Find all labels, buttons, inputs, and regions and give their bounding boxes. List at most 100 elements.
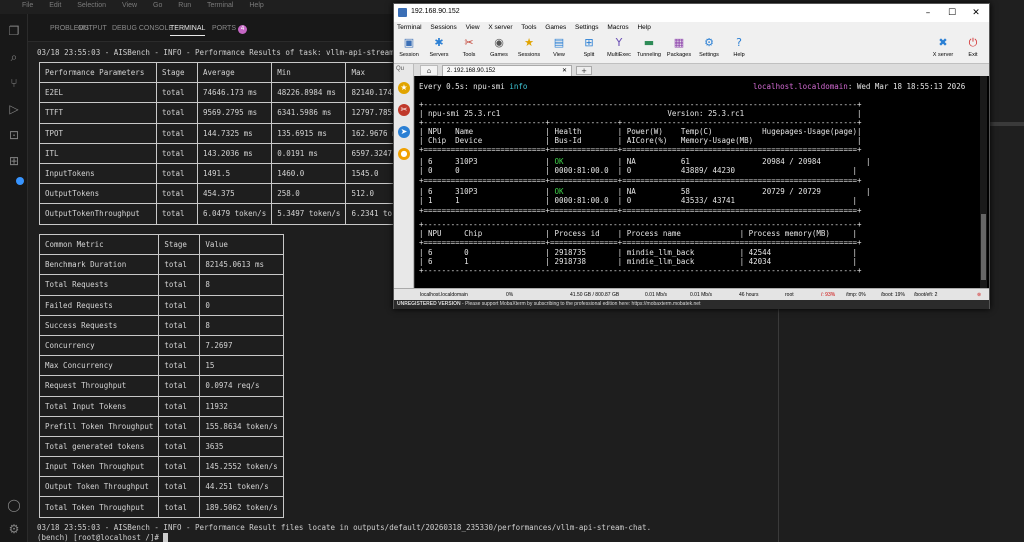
split-button[interactable]: ⊞ Split: [574, 36, 604, 58]
smi-line: | 6 1 | 2918738 | mindie_llm_back | 4203…: [419, 257, 857, 266]
tab-debug-console[interactable]: DEBUG CONSOLE: [112, 25, 173, 32]
menu-terminal[interactable]: Terminal: [207, 2, 233, 9]
status-uptime: 46 hours: [739, 292, 759, 298]
table-row: E2EL total 74646.173 ms 48226.8984 ms 82140.…: [39, 82, 407, 104]
table-cell: 0.0974 req/s: [199, 375, 284, 397]
table-cell: ITL: [39, 142, 157, 164]
tab-terminal[interactable]: TERMINAL: [170, 25, 206, 36]
games-button[interactable]: ◉ Games: [484, 36, 514, 58]
status-close-icon[interactable]: ⊗: [977, 292, 981, 298]
maximize-icon[interactable]: ☐: [942, 6, 962, 20]
tab-output[interactable]: OUTPUT: [78, 25, 107, 32]
menu-x-server[interactable]: X server: [488, 24, 512, 31]
session-tab[interactable]: 2. 192.168.90.152 ✕: [442, 65, 572, 76]
multiexec-button[interactable]: Y MultiExec: [604, 36, 634, 58]
terminal-scrollbar[interactable]: [980, 76, 987, 290]
table-cell: 5.3497 token/s: [271, 203, 347, 225]
table-header-cell: Common Metric: [38, 233, 160, 256]
run-debug-icon[interactable]: ▷: [7, 102, 21, 116]
smi-seg: | 6 310P3 |: [419, 187, 555, 196]
table-cell: Total Token Throughput: [38, 496, 160, 518]
servers-icon: ✱: [434, 36, 444, 49]
macros-side-icon[interactable]: ●: [398, 148, 410, 160]
menu-help[interactable]: Help: [249, 2, 263, 9]
table-cell: Request Throughput: [38, 375, 160, 397]
table-cell: total: [156, 142, 198, 164]
multiexec-icon: Y: [615, 36, 623, 49]
account-icon[interactable]: ◯: [7, 498, 21, 512]
menu-tools[interactable]: Tools: [521, 24, 536, 31]
table-cell: 155.8634 token/s: [199, 415, 284, 437]
table-cell: total: [158, 274, 201, 296]
search-icon[interactable]: ⌕: [7, 50, 21, 64]
table-cell: TPOT: [39, 122, 157, 144]
tools-icon: ✂: [464, 36, 474, 49]
table-cell: InputTokens: [39, 162, 157, 185]
settings-button[interactable]: ⚙ Settings: [694, 36, 724, 58]
scrollbar-thumb[interactable]: [981, 214, 986, 280]
table-row: Max Concurrency total 15: [38, 355, 284, 377]
menu-selection[interactable]: Selection: [77, 2, 106, 9]
sessions-button[interactable]: ★ Sessions: [514, 36, 544, 58]
table-cell: E2EL: [39, 82, 157, 104]
smi-line: +---------------------------------------…: [419, 100, 862, 109]
menu-file[interactable]: File: [22, 2, 33, 9]
table-cell: total: [158, 496, 201, 518]
menu-help[interactable]: Help: [637, 24, 650, 31]
mobaxterm-app-icon: [398, 8, 407, 17]
close-tab-icon[interactable]: ✕: [562, 66, 567, 76]
tunneling-button[interactable]: ▬ Tunneling: [634, 36, 664, 58]
help-button[interactable]: ? Help: [724, 36, 754, 58]
menu-view[interactable]: View: [122, 2, 137, 9]
performance-table: Performance Parameters Stage Average Min…: [39, 61, 407, 225]
exit-button[interactable]: ⏻ Exit: [958, 36, 988, 58]
table-cell: 145.2552 token/s: [199, 456, 284, 478]
menu-run[interactable]: Run: [178, 2, 191, 9]
quick-connect[interactable]: Qu: [396, 66, 404, 72]
table-cell: 454.375: [196, 183, 273, 205]
packages-button[interactable]: ▦ Packages: [664, 36, 694, 58]
table-cell: Total Input Tokens: [38, 395, 160, 417]
menu-sessions[interactable]: Sessions: [430, 24, 456, 31]
home-tab[interactable]: ⌂: [420, 65, 438, 76]
smi-line: | 6 310P3 | OK | NA 61 20984 / 20984 |: [419, 157, 871, 166]
table-cell: Success Requests: [38, 314, 160, 336]
table-row: Total Input Tokens total 11932: [38, 395, 284, 417]
minimize-icon[interactable]: –: [918, 6, 938, 20]
tab-ports[interactable]: PORTS 4: [212, 25, 247, 34]
x-server-button[interactable]: ✖ X server: [928, 36, 958, 58]
tools-side-icon[interactable]: ✂: [398, 104, 410, 116]
send-side-icon[interactable]: ➤: [398, 126, 410, 138]
close-icon[interactable]: ✕: [966, 6, 986, 20]
extensions-icon[interactable]: ⊞: [7, 154, 21, 168]
sessions-star-icon[interactable]: ★: [398, 82, 410, 94]
menu-macros[interactable]: Macros: [607, 24, 628, 31]
smi-line: | 6 310P3 | OK | NA 58 20729 / 20729 |: [419, 187, 871, 196]
tools-button[interactable]: ✂ Tools: [454, 36, 484, 58]
table-row: Common Metric Stage Value: [38, 233, 284, 256]
source-control-icon[interactable]: ⑂: [7, 76, 21, 90]
menu-settings[interactable]: Settings: [575, 24, 599, 31]
new-tab-button[interactable]: +: [576, 66, 592, 75]
menu-go[interactable]: Go: [153, 2, 162, 9]
settings-icon: ⚙: [704, 36, 714, 49]
menu-edit[interactable]: Edit: [49, 2, 61, 9]
menu-view[interactable]: View: [466, 24, 480, 31]
servers-button[interactable]: ✱ Servers: [424, 36, 454, 58]
unregistered-message[interactable]: - Please support MobaXterm by subscribin…: [461, 301, 700, 307]
manage-gear-icon[interactable]: ⚙: [7, 522, 21, 536]
view-button[interactable]: ▤ View: [544, 36, 574, 58]
remote-explorer-icon[interactable]: ⊡: [7, 128, 21, 142]
shell-prompt[interactable]: (bench) [root@localhost /]#: [37, 533, 168, 542]
session-button[interactable]: ▣ Session: [394, 36, 424, 58]
table-cell: total: [158, 294, 201, 316]
menu-terminal[interactable]: Terminal: [397, 24, 422, 31]
table-cell: 0: [199, 294, 284, 316]
ssh-terminal[interactable]: Every 0.5s: npu-smi info localhost.local…: [415, 76, 989, 290]
smi-seg: | NA 58 20729 / 20729 |: [563, 187, 871, 196]
menu-games[interactable]: Games: [545, 24, 566, 31]
mobaxterm-titlebar: 192.168.90.152 – ☐ ✕: [394, 4, 989, 22]
watch-command: info: [509, 82, 528, 91]
view-icon: ▤: [553, 36, 565, 49]
explorer-icon[interactable]: ❐: [7, 24, 21, 38]
